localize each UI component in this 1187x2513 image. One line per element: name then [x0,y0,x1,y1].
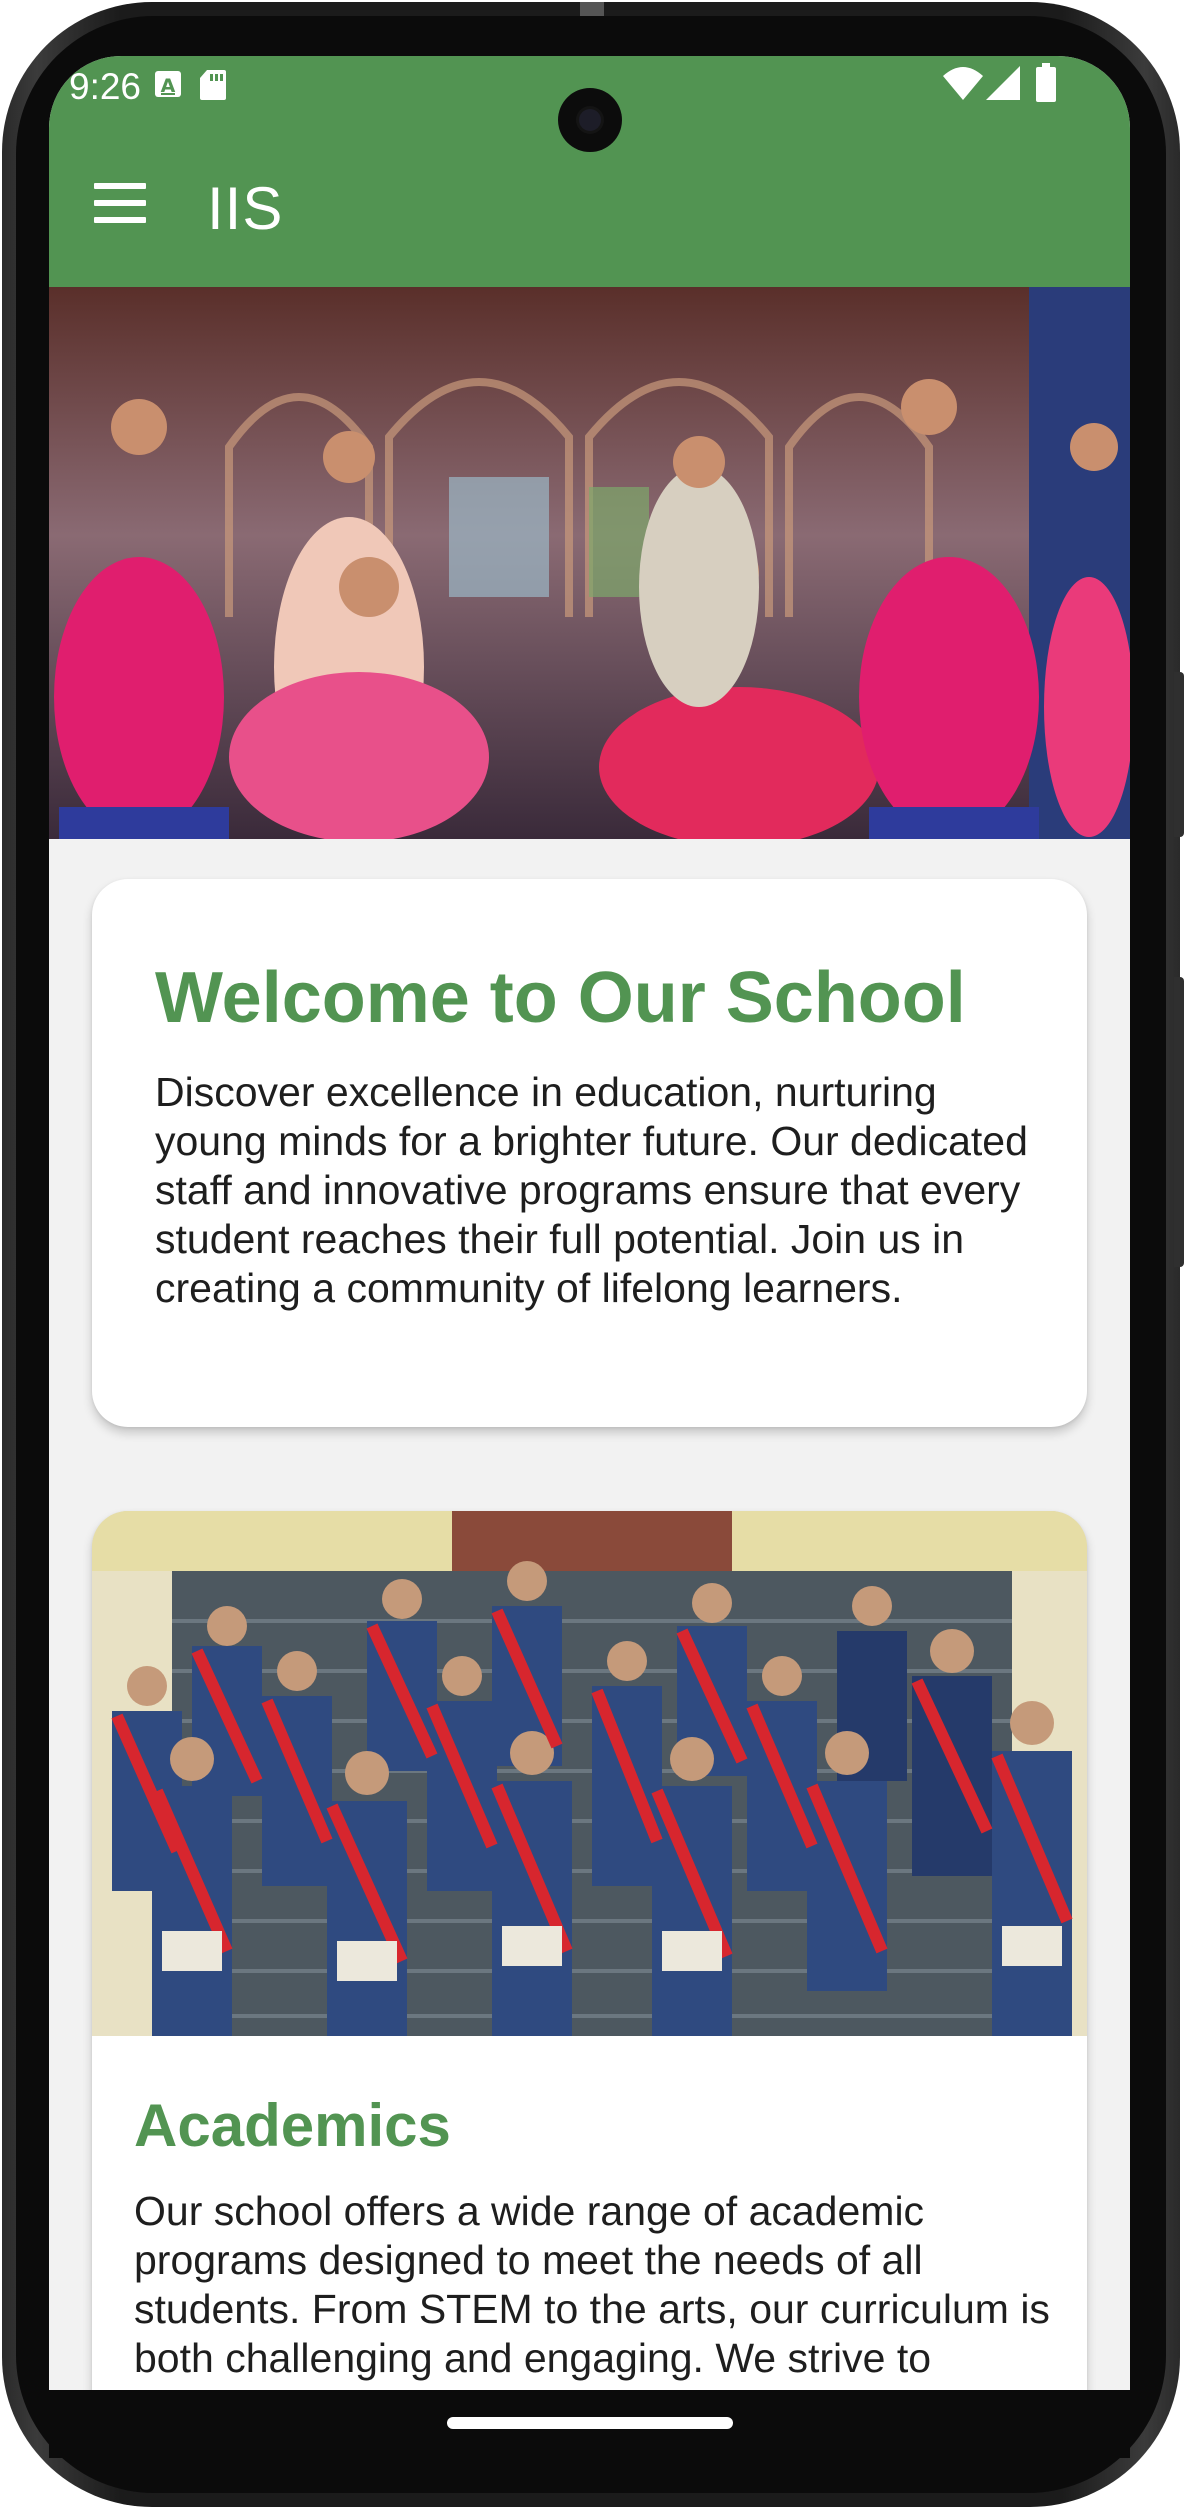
home-gesture-pill[interactable] [447,2417,733,2429]
welcome-body: Discover excellence in education, nurtur… [155,1069,1028,1311]
wifi-icon [943,67,983,100]
cellular-signal-icon [986,66,1020,100]
front-camera [558,88,622,152]
app-title: IIS [207,175,284,242]
navigation-bar [49,2390,1130,2458]
hamburger-menu-icon[interactable] [94,183,146,223]
font-notification-icon: A [155,71,181,97]
welcome-card: Welcome to Our School Discover excellenc… [92,879,1087,1427]
academics-body: Our school offers a wide range of academ… [134,2188,1050,2381]
power-button [1174,977,1184,1267]
screen: 9:26 A IIS Welcome to Our School Discove… [49,56,1130,2390]
sd-card-icon [200,70,226,100]
hero-image [49,287,1130,839]
academics-image [92,1511,1087,2036]
status-time: 9:26 [69,66,142,107]
battery-icon [1036,63,1056,102]
app-bar: 9:26 A IIS [49,56,1130,287]
dancers-photo [49,287,1130,839]
academics-card[interactable]: Academics Our school offers a wide range… [92,1511,1087,2390]
students-photo [92,1511,1087,2036]
academics-title: Academics [134,2092,451,2159]
welcome-title: Welcome to Our School [155,958,966,1038]
volume-button [1174,672,1184,837]
